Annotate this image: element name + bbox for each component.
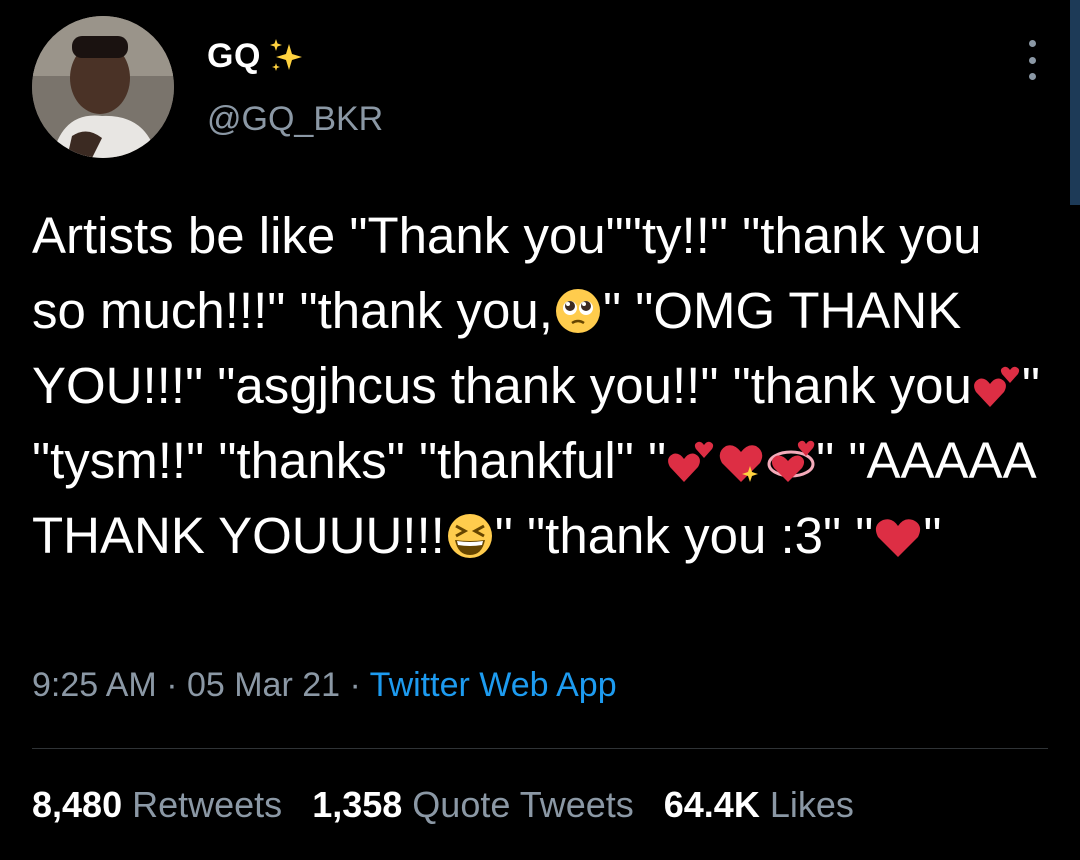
grinning-squinting-face-icon (445, 506, 495, 558)
tweet-text: Artists be like "Thank you""ty!!" "thank… (32, 198, 1042, 573)
two-hearts-icon (972, 356, 1022, 407)
display-name[interactable]: GQ (207, 36, 307, 76)
more-options-button[interactable] (1022, 40, 1042, 80)
likes-label: Likes (769, 784, 854, 825)
quote-tweets-stat[interactable]: 1,358 Quote Tweets (312, 784, 634, 826)
two-hearts-icon (666, 431, 716, 482)
tweet-date[interactable]: 05 Mar 21 (187, 666, 340, 704)
tweet-stats: 8,480 Retweets 1,358 Quote Tweets 64.4K … (32, 784, 854, 826)
meta-separator: · (340, 666, 370, 704)
meta-separator: · (156, 666, 187, 704)
display-name-text: GQ (207, 36, 261, 75)
more-dot-icon (1028, 56, 1036, 64)
tweet-segment: " (923, 507, 942, 564)
divider (32, 748, 1048, 749)
sparkles-icon (267, 36, 307, 76)
likes-stat[interactable]: 64.4K Likes (664, 784, 854, 826)
revolving-hearts-icon (766, 431, 816, 482)
quote-tweets-label: Quote Tweets (412, 784, 634, 825)
more-dot-icon (1028, 40, 1036, 47)
pleading-face-icon (553, 281, 603, 333)
retweets-label: Retweets (132, 784, 283, 825)
retweets-count: 8,480 (32, 784, 123, 825)
likes-count: 64.4K (663, 784, 760, 825)
tweet-segment: " "thank you :3" " (494, 507, 874, 564)
tweet-meta: 9:25 AM · 05 Mar 21 · Twitter Web App (32, 666, 617, 705)
red-heart-icon (873, 506, 923, 557)
tweet-source-link[interactable]: Twitter Web App (370, 666, 617, 704)
user-handle[interactable]: @GQ_BKR (207, 100, 383, 139)
scrollbar[interactable] (1070, 0, 1080, 205)
more-dot-icon (1028, 73, 1036, 80)
avatar[interactable] (32, 16, 174, 158)
retweets-stat[interactable]: 8,480 Retweets (32, 784, 282, 826)
sparkling-heart-icon (716, 431, 766, 482)
quote-tweets-count: 1,358 (312, 784, 403, 825)
tweet-time[interactable]: 9:25 AM (32, 666, 157, 704)
